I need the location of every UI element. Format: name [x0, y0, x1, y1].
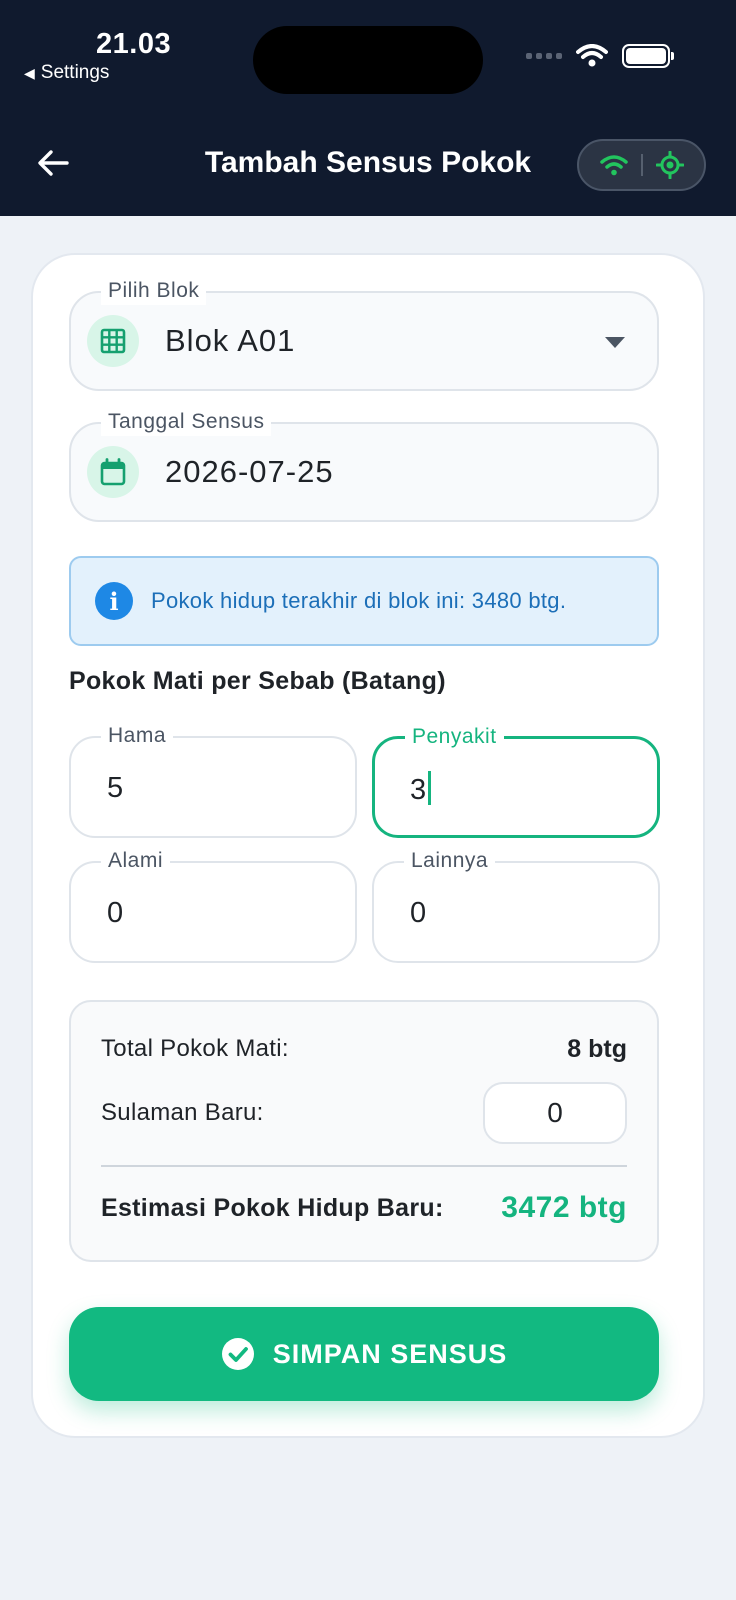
- summary-panel: Total Pokok Mati: 8 btg Sulaman Baru: 0 …: [69, 1000, 659, 1262]
- wifi-status-icon: [576, 44, 608, 67]
- back-triangle-icon: ◀: [24, 64, 35, 81]
- penyakit-label: Penyakit: [405, 723, 504, 751]
- date-field[interactable]: Tanggal Sensus 2026-07-25: [69, 408, 659, 522]
- hama-value: 5: [107, 772, 124, 804]
- sulaman-label: Sulaman Baru:: [101, 1099, 264, 1126]
- block-select-value: Blok A01: [165, 323, 296, 358]
- census-form-card: Pilih Blok Blok A01 Tanggal Sensus 2026-…: [31, 253, 705, 1438]
- status-back-link[interactable]: ◀ Settings: [24, 62, 109, 84]
- estimate-value: 3472 btg: [501, 1191, 627, 1224]
- penyakit-value: 3: [410, 774, 427, 806]
- alami-label: Alami: [101, 847, 171, 875]
- alami-input[interactable]: Alami 0: [69, 847, 357, 963]
- hama-label: Hama: [101, 722, 174, 750]
- total-dead-row: Total Pokok Mati: 8 btg: [101, 1032, 627, 1066]
- date-field-label: Tanggal Sensus: [101, 408, 272, 436]
- estimate-row: Estimasi Pokok Hidup Baru: 3472 btg: [101, 1188, 627, 1228]
- sulaman-row: Sulaman Baru: 0: [101, 1082, 627, 1144]
- last-alive-info-box: i Pokok hidup terakhir di blok ini: 3480…: [69, 556, 659, 646]
- dead-trees-section-title: Pokok Mati per Sebab (Batang): [69, 667, 446, 695]
- grid-icon: [87, 315, 139, 367]
- sulaman-input[interactable]: 0: [483, 1082, 627, 1144]
- pill-divider: [641, 154, 644, 176]
- dynamic-island: [253, 26, 483, 94]
- total-dead-label: Total Pokok Mati:: [101, 1035, 289, 1062]
- save-census-button[interactable]: SIMPAN SENSUS: [69, 1307, 659, 1401]
- status-time: 21.03: [96, 28, 172, 60]
- app-header: 21.03 ◀ Settings Tambah Sensus Pokok: [0, 0, 736, 216]
- info-icon: i: [95, 582, 133, 620]
- calendar-icon: [87, 446, 139, 498]
- lainnya-label: Lainnya: [404, 847, 496, 875]
- info-text: Pokok hidup terakhir di blok ini: 3480 b…: [151, 588, 567, 613]
- check-circle-icon: [221, 1338, 254, 1370]
- back-button[interactable]: [34, 144, 72, 182]
- arrow-left-icon: [38, 150, 69, 176]
- penyakit-value-wrap: 3: [410, 771, 432, 807]
- lainnya-input[interactable]: Lainnya 0: [372, 847, 660, 963]
- summary-divider: [101, 1165, 627, 1167]
- text-cursor: [428, 771, 432, 805]
- wifi-icon: [600, 155, 628, 176]
- page-title: Tambah Sensus Pokok: [204, 146, 532, 179]
- save-button-label: SIMPAN SENSUS: [272, 1338, 508, 1369]
- cellular-signal-icon: [526, 53, 562, 59]
- status-back-label: Settings: [40, 62, 110, 83]
- chevron-down-icon: [605, 337, 625, 348]
- gps-icon: [655, 151, 684, 179]
- lainnya-value: 0: [410, 897, 427, 929]
- battery-icon: [622, 44, 674, 68]
- status-indicators: [526, 44, 674, 68]
- connectivity-status-pill[interactable]: [577, 139, 706, 191]
- block-select[interactable]: Pilih Blok Blok A01: [69, 277, 659, 391]
- total-dead-value: 8 btg: [567, 1034, 627, 1063]
- date-field-value: 2026-07-25: [165, 454, 334, 489]
- estimate-label: Estimasi Pokok Hidup Baru:: [101, 1193, 444, 1222]
- block-select-label: Pilih Blok: [101, 277, 207, 305]
- penyakit-input[interactable]: Penyakit 3: [372, 723, 660, 838]
- alami-value: 0: [107, 897, 124, 929]
- hama-input[interactable]: Hama 5: [69, 722, 357, 838]
